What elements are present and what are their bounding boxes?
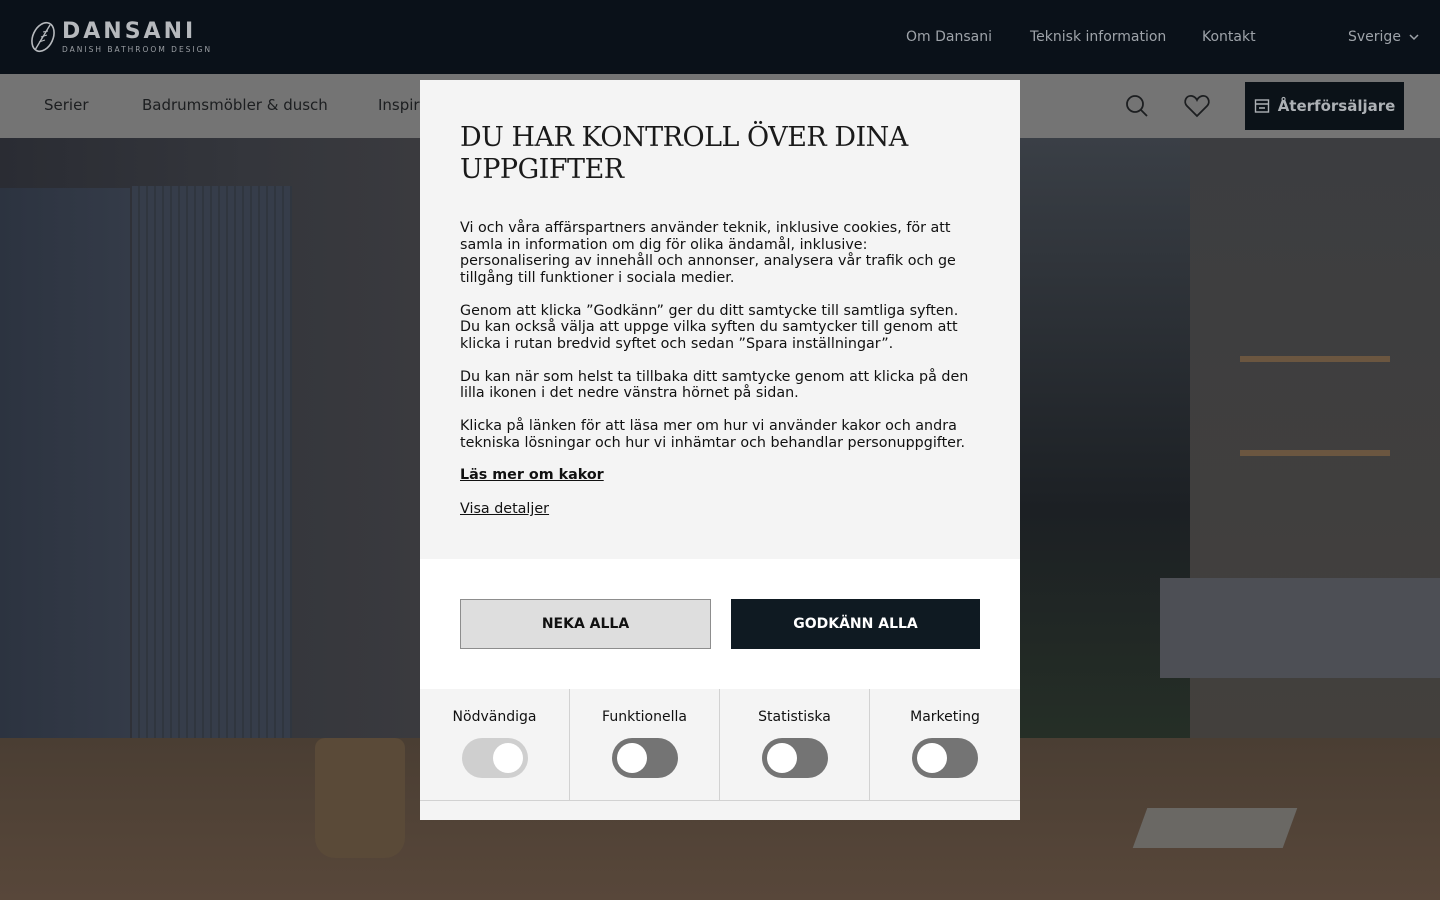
toggle-label: Marketing bbox=[910, 709, 980, 725]
top-link-teknisk-information[interactable]: Teknisk information bbox=[1030, 29, 1166, 45]
brand-tagline: DANISH BATHROOM DESIGN bbox=[62, 44, 213, 54]
toggle-label: Nödvändiga bbox=[452, 709, 537, 725]
country-label: Sverige bbox=[1348, 29, 1401, 45]
dealer-button-label: Återförsäljare bbox=[1277, 97, 1396, 115]
dialog-title: DU HAR KONTROLL ÖVER DINA UPPGIFTER bbox=[460, 122, 908, 185]
country-selector[interactable]: Sverige bbox=[1348, 29, 1419, 45]
consent-paragraph: Klicka på länken för att läsa mer om hur… bbox=[460, 418, 966, 451]
nav-item-serier[interactable]: Serier bbox=[44, 96, 88, 114]
chevron-down-icon bbox=[1409, 34, 1419, 41]
store-icon bbox=[1254, 99, 1269, 113]
toggle-label: Statistiska bbox=[758, 709, 831, 725]
top-header: DANSANI DANISH BATHROOM DESIGN Om Dansan… bbox=[0, 0, 1440, 74]
category-necessary: Nödvändiga bbox=[420, 689, 570, 800]
statistics-toggle[interactable] bbox=[761, 738, 828, 778]
consent-paragraph: Du kan när som helst ta tillbaka ditt sa… bbox=[460, 368, 969, 402]
dialog-actions: NEKA ALLA GODKÄNN ALLA bbox=[420, 559, 1020, 689]
marketing-toggle[interactable] bbox=[912, 738, 978, 778]
dansani-logo[interactable]: DANSANI DANISH BATHROOM DESIGN bbox=[30, 20, 212, 54]
vanity-cabinet bbox=[1160, 578, 1440, 678]
read-more-cookies-link[interactable]: Läs mer om kakor bbox=[460, 467, 604, 483]
category-functional: Funktionella bbox=[570, 689, 720, 800]
top-link-kontakt[interactable]: Kontakt bbox=[1202, 29, 1256, 45]
toggle-label: Funktionella bbox=[602, 709, 687, 725]
basket bbox=[315, 738, 405, 858]
consent-categories: Nödvändiga Funktionella Statistiska Mark… bbox=[420, 689, 1020, 801]
dialog-body: Vi och våra affärspartners använder tekn… bbox=[460, 220, 980, 468]
functional-toggle[interactable] bbox=[611, 738, 678, 778]
consent-paragraph: Vi och våra affärspartners använder tekn… bbox=[460, 220, 956, 286]
show-details-link[interactable]: Visa detaljer bbox=[460, 501, 549, 517]
search-icon[interactable] bbox=[1123, 92, 1151, 120]
necessary-toggle bbox=[461, 738, 528, 778]
brand-name: DANSANI bbox=[62, 18, 197, 44]
consent-paragraph: Genom att klicka ”Godkänn” ger du ditt s… bbox=[460, 302, 959, 352]
nav-item-badrumsmobler[interactable]: Badrumsmöbler & dusch bbox=[142, 96, 328, 114]
leaf-logo-icon bbox=[31, 21, 55, 53]
category-marketing: Marketing bbox=[870, 689, 1020, 800]
cabinet-door bbox=[132, 186, 292, 786]
cookie-consent-dialog: DU HAR KONTROLL ÖVER DINA UPPGIFTER Vi o… bbox=[420, 80, 1020, 820]
category-statistics: Statistiska bbox=[720, 689, 870, 800]
dealer-button[interactable]: Återförsäljare bbox=[1245, 82, 1404, 130]
deny-all-button[interactable]: NEKA ALLA bbox=[460, 599, 711, 649]
top-link-om-dansani[interactable]: Om Dansani bbox=[906, 29, 992, 45]
accept-all-button[interactable]: GODKÄNN ALLA bbox=[731, 599, 980, 649]
heart-icon[interactable] bbox=[1183, 92, 1211, 120]
cabinet-door bbox=[0, 188, 130, 808]
